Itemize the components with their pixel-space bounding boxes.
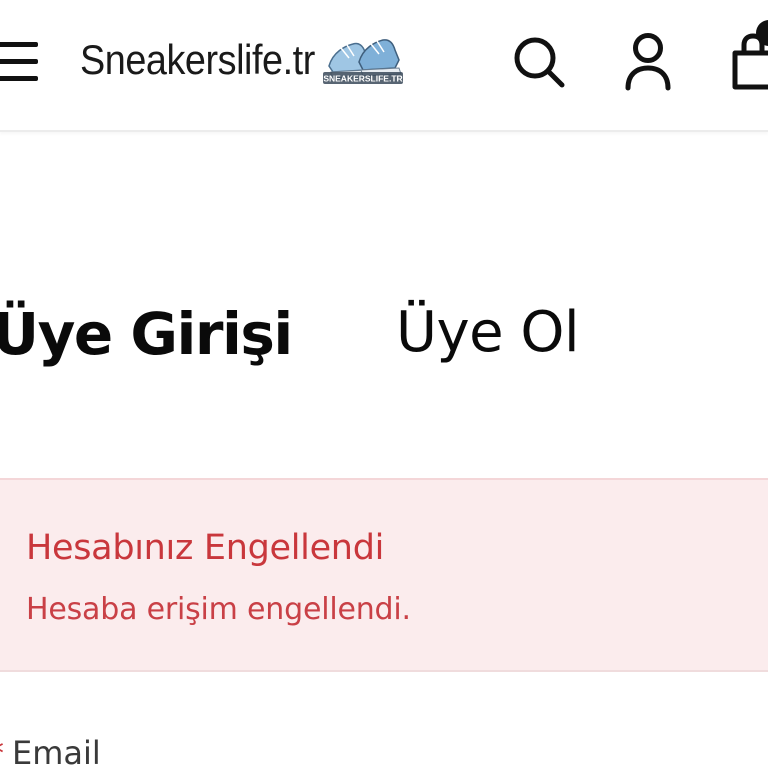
brand-name: Sneakerslife.tr [80, 36, 315, 83]
menu-button[interactable] [0, 42, 38, 82]
account-button[interactable] [618, 30, 678, 92]
search-button[interactable] [508, 30, 568, 92]
menu-icon-line [0, 76, 38, 81]
required-marker: * [0, 734, 4, 768]
tab-login[interactable]: Üye Girişi [0, 300, 293, 368]
menu-icon-line [0, 59, 38, 64]
alert-title: Hesabınız Engellendi [26, 528, 385, 568]
page: Sneakerslife.tr SNEAKERSLIFE.TR Üye Giri… [0, 0, 768, 768]
menu-icon-line [0, 42, 38, 47]
cart-button[interactable] [722, 20, 768, 92]
brand-logo-text: SNEAKERSLIFE.TR [323, 74, 402, 84]
brand-link[interactable]: Sneakerslife.tr SNEAKERSLIFE.TR [80, 32, 407, 88]
email-label-text: Email [12, 734, 101, 768]
tab-register[interactable]: Üye Ol [396, 300, 580, 365]
user-icon [625, 33, 671, 91]
search-icon [514, 37, 565, 88]
brand-logo-icon: SNEAKERSLIFE.TR [322, 39, 403, 84]
alert-message: Hesaba erişim engellendi. [26, 592, 411, 627]
account-blocked-alert: Hesabınız Engellendi Hesaba erişim engel… [0, 478, 768, 672]
email-label: *Email [0, 734, 101, 768]
site-header: Sneakerslife.tr SNEAKERSLIFE.TR [0, 0, 768, 132]
